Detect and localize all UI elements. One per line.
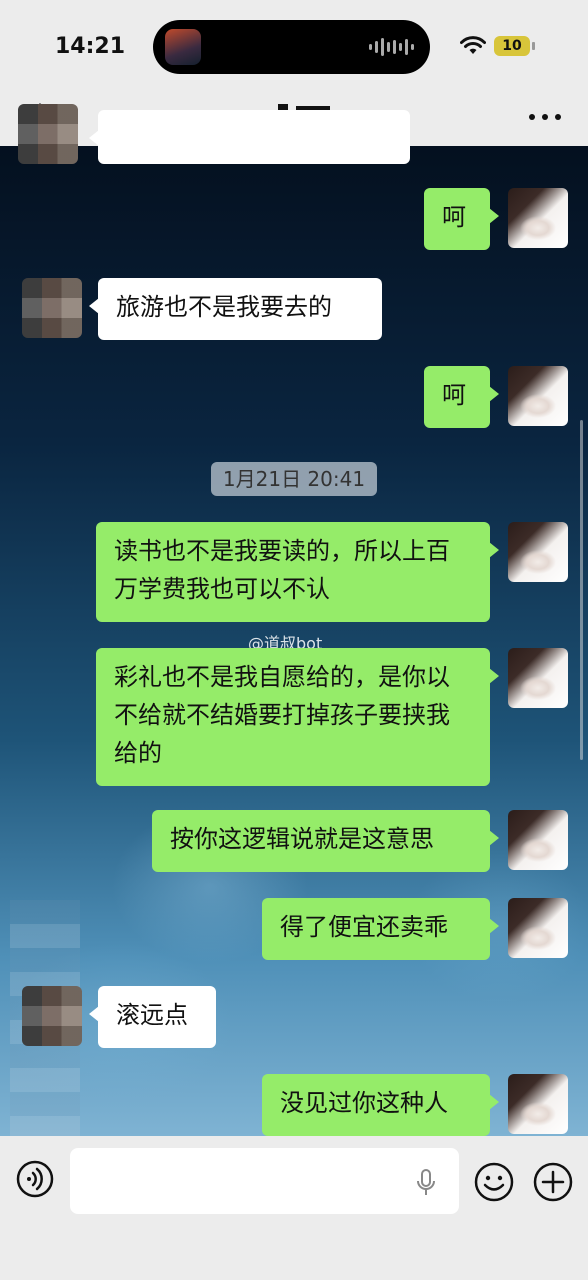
my-avatar[interactable] xyxy=(508,522,568,582)
message-input[interactable] xyxy=(70,1148,459,1214)
message-timestamp: 1月21日 20:41 xyxy=(211,462,377,496)
contact-avatar[interactable] xyxy=(22,986,82,1046)
status-time: 14:21 xyxy=(55,34,126,59)
my-avatar[interactable] xyxy=(508,648,568,708)
my-avatar[interactable] xyxy=(508,366,568,426)
dynamic-island[interactable] xyxy=(153,20,430,74)
message-bubble-mine: 没见过你这种人 xyxy=(262,1074,499,1136)
my-avatar[interactable] xyxy=(508,810,568,870)
message-bubble-partial xyxy=(89,110,410,164)
message-bubble-contact: 旅游也不是我要去的 xyxy=(89,278,382,340)
media-thumbnail xyxy=(165,29,201,65)
chat-scrollbar[interactable] xyxy=(580,420,583,760)
message-bubble-contact: 滚远点 xyxy=(89,986,216,1048)
voice-input-icon[interactable] xyxy=(16,1160,54,1198)
status-bar: 14:21 10 xyxy=(0,0,588,90)
battery-level: 10 xyxy=(502,38,522,54)
contact-avatar[interactable] xyxy=(18,104,78,164)
my-avatar[interactable] xyxy=(508,188,568,248)
my-avatar[interactable] xyxy=(508,1074,568,1134)
microphone-icon[interactable] xyxy=(415,1168,437,1198)
plus-icon[interactable] xyxy=(533,1162,573,1202)
message-bubble-mine: 呵 xyxy=(424,366,499,428)
wifi-icon xyxy=(460,36,486,54)
message-bubble-mine: 按你这逻辑说就是这意思 xyxy=(152,810,499,872)
message-bubble-mine: 呵 xyxy=(424,188,499,250)
my-avatar[interactable] xyxy=(508,898,568,958)
battery-icon: 10 xyxy=(494,36,530,56)
contact-avatar[interactable] xyxy=(22,278,82,338)
battery-cap xyxy=(532,42,535,50)
message-bubble-mine: 彩礼也不是我自愿给的，是你以不给就不结婚要打掉孩子要挟我给的 xyxy=(96,648,499,786)
audio-wave-icon xyxy=(369,38,414,56)
input-bar xyxy=(0,1136,588,1280)
emoji-icon[interactable] xyxy=(474,1162,514,1202)
message-bubble-mine: 得了便宜还卖乖 xyxy=(262,898,499,960)
more-options-icon[interactable] xyxy=(528,112,562,122)
message-bubble-mine: 读书也不是我要读的，所以上百万学费我也可以不认 xyxy=(96,522,499,622)
